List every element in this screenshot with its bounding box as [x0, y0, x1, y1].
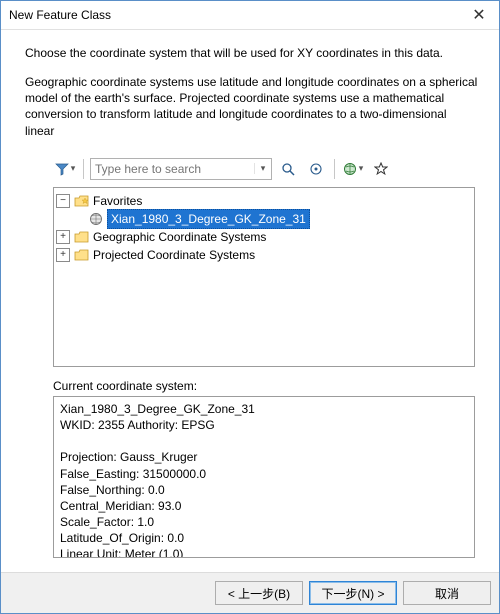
tree-node-favorites[interactable]: − Favorites [56, 192, 472, 210]
filter-button[interactable]: ▾ [53, 157, 77, 181]
wizard-footer: < 上一步(B) 下一步(N) > 取消 [1, 572, 499, 613]
cancel-button[interactable]: 取消 [403, 581, 491, 605]
search-input[interactable] [91, 162, 254, 176]
close-button[interactable]: ✕ [459, 1, 499, 29]
separator [83, 159, 84, 179]
tree-node-geographic[interactable]: + Geographic Coordinate Systems [56, 228, 472, 246]
locate-button[interactable] [304, 157, 328, 181]
favorites-folder-icon [74, 193, 90, 209]
tree-node-projected[interactable]: + Projected Coordinate Systems [56, 246, 472, 264]
search-dropdown[interactable]: ▾ [254, 163, 271, 174]
target-icon [309, 162, 323, 176]
folder-icon [74, 229, 90, 245]
tree-node-label: Favorites [93, 192, 142, 210]
globe-icon [343, 162, 357, 176]
current-cs-label: Current coordinate system: [53, 379, 479, 393]
chevron-down-icon: ▾ [359, 163, 364, 174]
tree-node-label: Geographic Coordinate Systems [93, 228, 266, 246]
folder-icon [74, 247, 90, 263]
separator [334, 159, 335, 179]
current-cs-details[interactable]: Xian_1980_3_Degree_GK_Zone_31 WKID: 2355… [53, 396, 475, 558]
coordinate-system-tree[interactable]: − Favorites [53, 187, 475, 367]
collapse-icon[interactable]: − [56, 194, 70, 208]
globe-menu-button[interactable]: ▾ [341, 157, 365, 181]
tree-node-label: Projected Coordinate Systems [93, 246, 255, 264]
search-go-button[interactable] [276, 157, 300, 181]
next-button[interactable]: 下一步(N) > [309, 581, 397, 605]
back-button[interactable]: < 上一步(B) [215, 581, 303, 605]
close-icon: ✕ [472, 5, 485, 25]
intro-text-2: Geographic coordinate systems use latitu… [25, 74, 479, 139]
chevron-down-icon: ▾ [71, 163, 76, 174]
tree-node-selected-crs[interactable]: Xian_1980_3_Degree_GK_Zone_31 [56, 210, 472, 228]
sphere-icon [88, 211, 104, 227]
search-icon [281, 162, 295, 176]
window-title: New Feature Class [9, 8, 459, 22]
details-text: Xian_1980_3_Degree_GK_Zone_31 WKID: 2355… [54, 397, 474, 557]
search-toolbar: ▾ ▾ ▾ [53, 157, 479, 181]
search-box[interactable]: ▾ [90, 158, 272, 180]
funnel-icon [55, 162, 69, 176]
expand-icon[interactable]: + [56, 230, 70, 244]
favorite-button[interactable] [369, 157, 393, 181]
expand-icon[interactable]: + [56, 248, 70, 262]
star-icon [374, 162, 388, 176]
tree-node-label: Xian_1980_3_Degree_GK_Zone_31 [107, 209, 310, 229]
titlebar: New Feature Class ✕ [1, 1, 499, 30]
intro-text-1: Choose the coordinate system that will b… [25, 46, 479, 60]
